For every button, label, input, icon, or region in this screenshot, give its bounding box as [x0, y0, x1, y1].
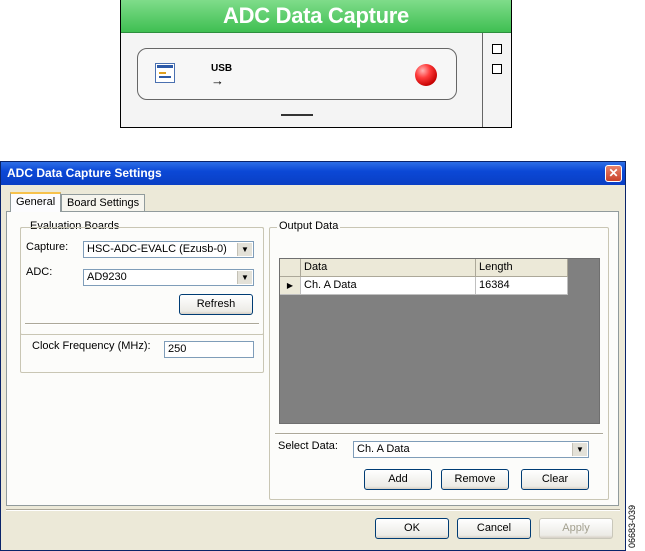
port-square-icon	[492, 64, 502, 74]
cancel-button[interactable]: Cancel	[457, 518, 531, 539]
row-header-corner	[280, 259, 301, 277]
chevron-down-icon[interactable]: ▼	[572, 443, 587, 456]
select-data-dropdown[interactable]: Ch. A Data ▼	[353, 441, 589, 458]
select-data-label: Select Data:	[278, 440, 338, 452]
remove-button[interactable]: Remove	[441, 469, 509, 490]
output-data-grid[interactable]: Data Length ▶ Ch. A Data 16384	[279, 258, 600, 424]
column-header-length[interactable]: Length	[476, 259, 568, 277]
status-led-icon	[415, 64, 437, 86]
apply-button[interactable]: Apply	[539, 518, 613, 539]
general-tab-panel: Evaluation Boards Capture: HSC-ADC-EVALC…	[6, 211, 619, 506]
ok-button[interactable]: OK	[375, 518, 449, 539]
group-separator	[275, 433, 603, 435]
settings-window-icon[interactable]	[155, 63, 175, 83]
figure-id: 06683-039	[627, 504, 637, 548]
left-frame	[20, 227, 264, 373]
close-button[interactable]: ✕	[605, 165, 622, 182]
port-square-icon	[492, 44, 502, 54]
group-legend: Output Data	[277, 220, 341, 232]
output-data-group: Output Data Data Length ▶ Ch. A Data 163…	[269, 220, 609, 500]
resize-handle[interactable]	[281, 114, 313, 116]
dialog-title: ADC Data Capture Settings	[7, 166, 162, 180]
tab-general[interactable]: General	[10, 192, 62, 212]
title-bar: ADC Data Capture Settings ✕	[1, 162, 625, 185]
column-header-data[interactable]: Data	[301, 259, 476, 277]
usb-arrow-icon: →	[211, 73, 224, 88]
row-length-cell[interactable]: 16384	[476, 277, 568, 295]
capture-module[interactable]: USB →	[137, 48, 457, 100]
tab-board-settings[interactable]: Board Settings	[61, 194, 146, 212]
add-button[interactable]: Add	[364, 469, 432, 490]
block-title: ADC Data Capture	[121, 0, 511, 33]
clear-button[interactable]: Clear	[521, 469, 589, 490]
block-divider	[482, 33, 483, 127]
settings-dialog: ADC Data Capture Settings ✕ General Boar…	[0, 161, 626, 551]
current-row-arrow-icon: ▶	[280, 277, 301, 295]
select-data-value: Ch. A Data	[357, 443, 410, 455]
footer-separator	[6, 509, 620, 511]
row-data-cell[interactable]: Ch. A Data	[301, 277, 476, 295]
adc-data-capture-block: ADC Data Capture USB →	[120, 0, 512, 128]
